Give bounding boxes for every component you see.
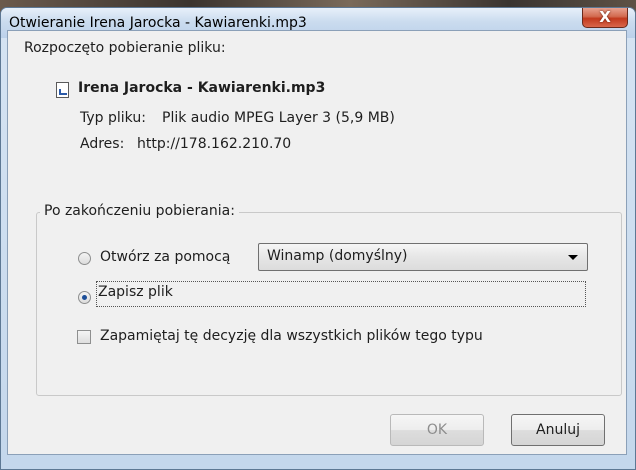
ok-button[interactable]: OK [390,414,484,446]
address-value: http://178.162.210.70 [137,136,292,152]
save-file-label[interactable]: Zapisz plik [98,284,173,300]
remember-decision-checkbox[interactable] [77,330,91,344]
open-with-radio[interactable] [78,252,91,265]
save-file-radio[interactable] [78,291,91,304]
after-download-group-title: Po zakończeniu pobierania: [40,203,239,219]
file-name: Irena Jarocka - Kawiarenki.mp3 [78,80,326,96]
open-with-label[interactable]: Otwórz za pomocą [100,249,230,265]
remember-decision-label[interactable]: Zapamiętaj tę decyzję dla wszystkich pli… [100,328,483,344]
download-started-label: Rozpoczęto pobieranie pliku: [24,40,226,56]
open-with-app-select[interactable]: Winamp (domyślny) [258,243,588,271]
address-label: Adres: [80,136,125,152]
file-type-value: Plik audio MPEG Layer 3 (5,9 MB) [162,110,395,126]
close-icon: X [599,8,611,26]
cancel-button[interactable]: Anuluj [511,414,605,446]
audio-file-icon [56,82,69,98]
chevron-down-icon [568,255,578,260]
window-title: Otwieranie Irena Jarocka - Kawiarenki.mp… [9,15,307,31]
open-with-app-value: Winamp (domyślny) [267,248,408,264]
file-type-label: Typ pliku: [80,110,146,126]
close-button[interactable]: X [582,8,628,28]
